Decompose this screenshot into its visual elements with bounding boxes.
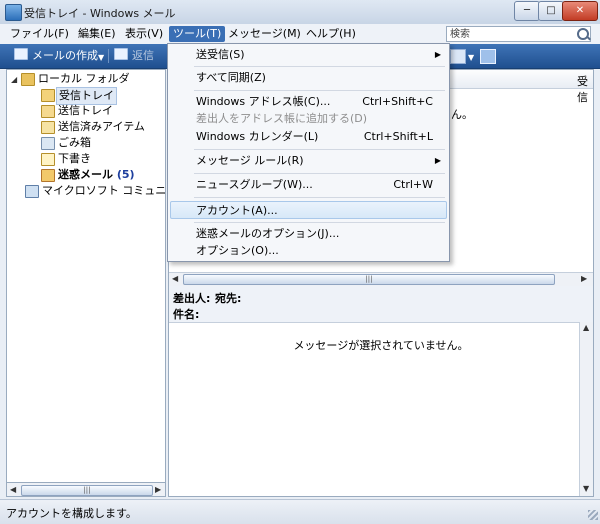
- received-column-header[interactable]: 受信: [577, 73, 593, 105]
- menu-item-sync-all[interactable]: すべて同期(Z): [170, 69, 447, 87]
- submenu-arrow-icon: ▶: [434, 50, 441, 59]
- windows-mail-icon: [5, 4, 22, 21]
- menu-separator: [194, 197, 445, 198]
- menu-item-message-rules[interactable]: メッセージ ルール(R) ▶: [170, 152, 447, 170]
- resize-grip-icon[interactable]: [588, 510, 598, 520]
- address-book-label: Windows アドレス帳(C)...: [196, 95, 331, 108]
- junk-options-label: 迷惑メールのオプション(J)...: [196, 227, 340, 240]
- send-receive-label: 送受信(S): [196, 48, 245, 61]
- maximize-button[interactable]: □: [538, 1, 564, 21]
- tools-menu: 送受信(S) ▶ すべて同期(Z) Windows アドレス帳(C)... Ct…: [167, 43, 450, 262]
- menu-file[interactable]: ファイル(F): [6, 26, 73, 42]
- community-icon: [25, 185, 39, 198]
- scroll-left-icon[interactable]: ◀: [10, 485, 16, 494]
- folder-sent-label: 送信済みアイテム: [58, 120, 145, 133]
- menu-help[interactable]: ヘルプ(H): [302, 26, 360, 42]
- contacts-dropdown-icon[interactable]: ▼: [468, 53, 474, 62]
- to-label: 宛先:: [215, 292, 242, 305]
- menu-item-send-receive[interactable]: 送受信(S) ▶: [170, 46, 447, 64]
- calendar-shortcut: Ctrl+Shift+L: [363, 130, 433, 143]
- newsgroups-shortcut: Ctrl+W: [393, 178, 433, 191]
- preview-body: メッセージが選択されていません。: [169, 322, 593, 496]
- folder-trash-label: ごみ箱: [58, 136, 91, 149]
- menu-item-address-book[interactable]: Windows アドレス帳(C)... Ctrl+Shift+C: [170, 93, 447, 111]
- window-title: 受信トレイ - Windows メール: [24, 7, 176, 20]
- folder-junk-label: 迷惑メール (5): [58, 167, 135, 183]
- folder-local-label: ローカル フォルダ: [38, 72, 130, 85]
- close-button[interactable]: ✕: [562, 1, 598, 21]
- compose-dropdown-icon[interactable]: ▼: [98, 53, 104, 62]
- menu-item-options[interactable]: オプション(O)...: [170, 242, 447, 260]
- contacts-icon[interactable]: [450, 49, 466, 64]
- submenu-arrow-icon: ▶: [434, 156, 441, 165]
- scroll-down-icon[interactable]: ▼: [583, 484, 589, 493]
- menu-item-accounts[interactable]: アカウント(A)...: [170, 201, 447, 219]
- minimize-button[interactable]: ─: [514, 1, 540, 21]
- accounts-label: アカウント(A)...: [196, 204, 278, 217]
- scroll-up-icon[interactable]: ▲: [583, 323, 589, 332]
- reply-button[interactable]: 返信: [114, 48, 154, 64]
- no-message-text: メッセージが選択されていません。: [293, 339, 469, 352]
- options-label: オプション(O)...: [196, 244, 279, 257]
- compose-mail-icon: [14, 48, 28, 60]
- layout-icon[interactable]: [480, 49, 496, 64]
- newsgroups-label: ニュースグループ(W)...: [196, 178, 313, 191]
- scroll-right-icon[interactable]: ▶: [581, 274, 587, 283]
- inbox-icon: [41, 89, 55, 102]
- folder-community-label: マイクロソフト コミュニティ: [42, 184, 166, 197]
- folder-drafts-label: 下書き: [58, 152, 91, 165]
- folder-pane-scrollbar[interactable]: ◀ ||| ▶: [6, 482, 166, 497]
- menu-tools[interactable]: ツール(T): [169, 26, 226, 42]
- menu-separator: [194, 66, 445, 67]
- status-bar: アカウントを構成します。: [0, 499, 600, 524]
- junk-count: (5): [116, 168, 135, 181]
- compose-mail-button[interactable]: メールの作成: [14, 48, 98, 64]
- folder-pane: ◢ ローカル フォルダ 受信トレイ 送信トレイ 送信済みアイテム ごみ箱 下書き…: [6, 69, 166, 497]
- search-input[interactable]: 検索: [446, 26, 591, 42]
- drafts-icon: [41, 153, 55, 166]
- collapse-arrow-icon[interactable]: ◢: [11, 75, 17, 84]
- address-book-shortcut: Ctrl+Shift+C: [362, 95, 433, 108]
- menu-item-calendar[interactable]: Windows カレンダー(L) Ctrl+Shift+L: [170, 128, 447, 146]
- menu-item-junk-options[interactable]: 迷惑メールのオプション(J)...: [170, 225, 447, 243]
- from-label: 差出人:: [173, 292, 211, 305]
- menu-view[interactable]: 表示(V): [121, 26, 167, 42]
- reply-icon: [114, 48, 128, 60]
- menu-edit[interactable]: 編集(E): [74, 26, 120, 42]
- menu-separator: [194, 149, 445, 150]
- menu-separator: [194, 90, 445, 91]
- message-list-text: ん。: [451, 108, 473, 121]
- status-text: アカウントを構成します。: [6, 507, 137, 520]
- preview-header: 差出人: 宛先: 件名:: [169, 286, 593, 322]
- scroll-right-icon[interactable]: ▶: [155, 485, 161, 494]
- scroll-left-icon[interactable]: ◀: [172, 274, 178, 283]
- compose-mail-label: メールの作成: [32, 49, 98, 62]
- search-icon[interactable]: [577, 28, 589, 40]
- menu-separator: [194, 222, 445, 223]
- outbox-icon: [41, 105, 55, 118]
- folder-outbox-label: 送信トレイ: [58, 104, 113, 117]
- menu-bar: ファイル(F) 編集(E) 表示(V) ツール(T) メッセージ(M) ヘルプ(…: [0, 24, 600, 45]
- reply-label: 返信: [132, 49, 154, 62]
- sync-all-label: すべて同期(Z): [196, 71, 266, 84]
- scrollbar-thumb[interactable]: |||: [21, 485, 153, 496]
- calendar-label: Windows カレンダー(L): [196, 130, 319, 143]
- preview-scrollbar[interactable]: ▲ ▼: [579, 322, 593, 496]
- scrollbar-thumb[interactable]: |||: [183, 274, 555, 285]
- subject-label: 件名:: [173, 308, 200, 321]
- menu-separator: [194, 173, 445, 174]
- sent-items-icon: [41, 121, 55, 134]
- junk-label: 迷惑メール: [58, 168, 113, 181]
- local-folders-icon: [21, 73, 35, 86]
- menu-item-newsgroups[interactable]: ニュースグループ(W)... Ctrl+W: [170, 176, 447, 194]
- toolbar-separator: [108, 49, 109, 63]
- menu-message[interactable]: メッセージ(M): [224, 26, 305, 42]
- add-sender-label: 差出人をアドレス帳に追加する(D): [196, 112, 368, 125]
- menu-item-add-sender[interactable]: 差出人をアドレス帳に追加する(D): [170, 110, 447, 128]
- trash-icon: [41, 137, 55, 150]
- junk-icon: [41, 169, 55, 182]
- message-rules-label: メッセージ ルール(R): [196, 154, 304, 167]
- title-bar: 受信トレイ - Windows メール ─ □ ✕: [0, 0, 600, 25]
